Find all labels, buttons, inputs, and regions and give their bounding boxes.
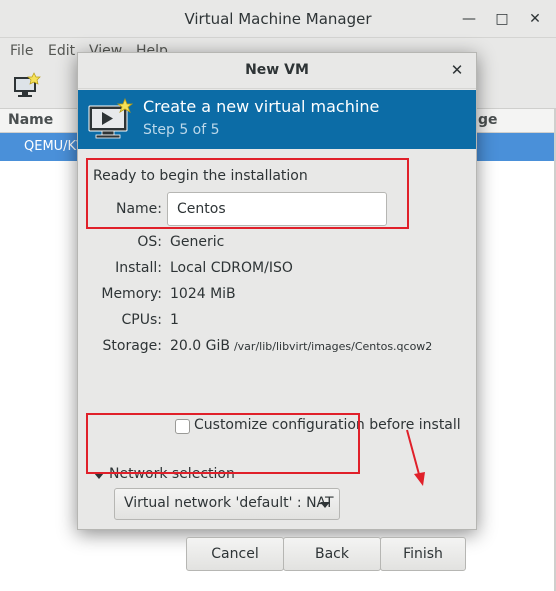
network-source-value: Virtual network 'default' : NAT bbox=[124, 495, 334, 511]
memory-value: 1024 MiB bbox=[170, 286, 236, 302]
dialog-close-icon[interactable]: ✕ bbox=[448, 61, 466, 79]
wizard-step-indicator: Step 5 of 5 bbox=[143, 122, 220, 138]
dialog-titlebar: New VM ✕ bbox=[78, 53, 476, 89]
install-label: Install: bbox=[115, 260, 162, 276]
connection-row-label: QEMU/KV bbox=[24, 139, 85, 154]
new-vm-toolbar-button[interactable] bbox=[13, 72, 43, 100]
main-window-titlebar: Virtual Machine Manager — □ ✕ bbox=[0, 0, 556, 38]
cpus-label: CPUs: bbox=[121, 312, 162, 328]
finish-button[interactable]: Finish bbox=[380, 537, 466, 571]
storage-path: /var/lib/libvirt/images/Centos.qcow2 bbox=[233, 340, 433, 353]
new-vm-icon bbox=[14, 72, 41, 97]
maximize-icon[interactable]: □ bbox=[493, 10, 511, 28]
column-name-header[interactable]: Name bbox=[8, 112, 53, 128]
os-value: Generic bbox=[170, 234, 225, 250]
wizard-header: Create a new virtual machine Step 5 of 5 bbox=[78, 90, 476, 149]
dialog-title: New VM bbox=[245, 62, 309, 78]
annotation-box-name bbox=[86, 158, 409, 229]
annotation-arrow-icon bbox=[406, 429, 425, 486]
install-value: Local CDROM/ISO bbox=[170, 260, 293, 276]
os-label: OS: bbox=[137, 234, 162, 250]
close-icon[interactable]: ✕ bbox=[526, 10, 544, 28]
new-vm-monitor-icon bbox=[88, 98, 133, 139]
back-button[interactable]: Back bbox=[283, 537, 381, 571]
storage-size: 20.0 GiB bbox=[170, 338, 230, 354]
minimize-icon[interactable]: — bbox=[460, 10, 478, 28]
memory-label: Memory: bbox=[101, 286, 162, 302]
annotation-box-network bbox=[86, 413, 360, 474]
cancel-button[interactable]: Cancel bbox=[186, 537, 284, 571]
column-usage-header[interactable]: ge bbox=[478, 112, 498, 128]
menu-edit[interactable]: Edit bbox=[48, 43, 75, 59]
dropdown-arrow-icon bbox=[320, 502, 330, 508]
network-source-dropdown[interactable]: Virtual network 'default' : NAT bbox=[114, 488, 340, 520]
cpus-value: 1 bbox=[170, 312, 179, 328]
menu-file[interactable]: File bbox=[10, 43, 33, 59]
storage-value-group: 20.0 GiB/var/lib/libvirt/images/Centos.q… bbox=[170, 338, 432, 354]
storage-label: Storage: bbox=[102, 338, 163, 354]
wizard-title: Create a new virtual machine bbox=[143, 97, 380, 116]
